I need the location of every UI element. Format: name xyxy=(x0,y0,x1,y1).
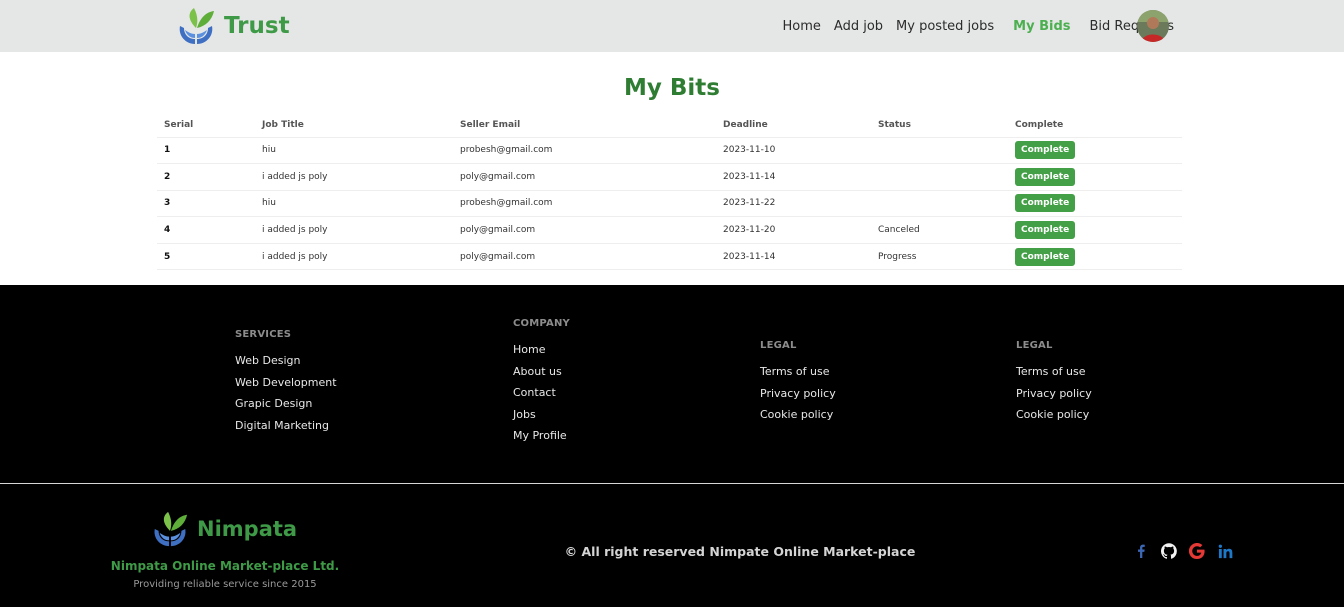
table-header-row: Serial Job Title Seller Email Deadline S… xyxy=(157,114,1182,138)
user-photo-icon xyxy=(1137,10,1169,42)
complete-button[interactable]: Complete xyxy=(1015,141,1076,160)
footer-link-graphic-design[interactable]: Grapic Design xyxy=(235,397,337,410)
cell-seller-email: probesh@gmail.com xyxy=(453,137,716,165)
footer-brand-name: Nimpata xyxy=(197,517,298,541)
footer-tagline: Providing reliable service since 2015 xyxy=(133,579,317,590)
footer-link-terms[interactable]: Terms of use xyxy=(760,365,836,378)
main-nav: Home Add job My posted jobs My Bids Bid … xyxy=(770,0,1174,52)
brand-name: Trust xyxy=(224,13,290,39)
cell-seller-email: probesh@gmail.com xyxy=(453,190,716,218)
footer-brand[interactable]: Nimpata xyxy=(151,510,297,548)
copyright: © All right reserved Nimpate Online Mark… xyxy=(564,544,916,559)
github-icon[interactable] xyxy=(1161,543,1177,559)
table-row: 4 i added js poly poly@gmail.com 2023-11… xyxy=(157,216,1182,244)
footer-link-my-profile[interactable]: My Profile xyxy=(513,429,570,442)
footer-link-web-design[interactable]: Web Design xyxy=(235,354,337,367)
navbar: Trust Home Add job My posted jobs My Bid… xyxy=(0,0,1344,52)
cell-deadline: 2023-11-14 xyxy=(716,243,871,271)
cell-serial: 3 xyxy=(157,190,255,218)
cell-serial: 5 xyxy=(157,243,255,271)
facebook-icon[interactable] xyxy=(1133,543,1149,559)
footer-link-cookie[interactable]: Cookie policy xyxy=(760,408,836,421)
leaf-hands-logo-icon xyxy=(179,8,214,44)
footer-link-digital-marketing[interactable]: Digital Marketing xyxy=(235,419,337,432)
footer-legal-1: LEGAL Terms of use Privacy policy Cookie… xyxy=(760,340,836,430)
footer-link-privacy[interactable]: Privacy policy xyxy=(1016,387,1092,400)
cell-status: Canceled xyxy=(871,216,1008,244)
bids-table: Serial Job Title Seller Email Deadline S… xyxy=(157,114,1182,271)
cell-complete: Complete xyxy=(1008,243,1182,271)
page-title: My Bits xyxy=(624,75,720,101)
nav-home[interactable]: Home xyxy=(783,19,821,34)
table-row: 2 i added js poly poly@gmail.com 2023-11… xyxy=(157,163,1182,191)
cell-complete: Complete xyxy=(1008,190,1182,218)
services-heading: SERVICES xyxy=(235,329,292,340)
brand[interactable]: Trust xyxy=(176,6,290,46)
cell-job-title: i added js poly xyxy=(255,163,453,191)
footer-divider xyxy=(0,483,1344,484)
cell-serial: 4 xyxy=(157,216,255,244)
nav-add-job[interactable]: Add job xyxy=(834,19,883,34)
footer-link-web-development[interactable]: Web Development xyxy=(235,376,337,389)
footer-link-terms[interactable]: Terms of use xyxy=(1016,365,1092,378)
complete-button[interactable]: Complete xyxy=(1015,194,1076,213)
legal-heading: LEGAL xyxy=(1016,340,1053,351)
col-complete-header: Complete xyxy=(1008,114,1182,138)
cell-status xyxy=(871,163,1008,191)
cell-complete: Complete xyxy=(1008,137,1182,165)
cell-complete: Complete xyxy=(1008,216,1182,244)
table-row: 3 hiu probesh@gmail.com 2023-11-22 Compl… xyxy=(157,190,1182,218)
footer-link-contact[interactable]: Contact xyxy=(513,386,570,399)
cell-complete: Complete xyxy=(1008,163,1182,191)
cell-deadline: 2023-11-20 xyxy=(716,216,871,244)
footer-link-about-us[interactable]: About us xyxy=(513,365,570,378)
complete-button[interactable]: Complete xyxy=(1015,221,1076,240)
table-row: 1 hiu probesh@gmail.com 2023-11-10 Compl… xyxy=(157,137,1182,165)
cell-seller-email: poly@gmail.com xyxy=(453,216,716,244)
cell-seller-email: poly@gmail.com xyxy=(453,163,716,191)
col-status-header: Status xyxy=(871,114,1008,138)
nav-my-bids[interactable]: My Bids xyxy=(1013,19,1070,34)
cell-job-title: i added js poly xyxy=(255,216,453,244)
google-icon[interactable] xyxy=(1189,543,1205,559)
company-heading: COMPANY xyxy=(513,318,570,329)
footer-link-cookie[interactable]: Cookie policy xyxy=(1016,408,1092,421)
cell-deadline: 2023-11-14 xyxy=(716,163,871,191)
nav-my-posted-jobs[interactable]: My posted jobs xyxy=(896,19,994,34)
footer: SERVICES Web Design Web Development Grap… xyxy=(0,285,1344,607)
leaf-hands-logo-icon xyxy=(154,511,188,547)
social-links xyxy=(1133,543,1245,559)
footer-company: COMPANY Home About us Contact Jobs My Pr… xyxy=(513,318,570,451)
cell-serial: 2 xyxy=(157,163,255,191)
col-seller-email-header: Seller Email xyxy=(453,114,716,138)
footer-legal-2: LEGAL Terms of use Privacy policy Cookie… xyxy=(1016,340,1092,430)
col-job-title-header: Job Title xyxy=(255,114,453,138)
cell-deadline: 2023-11-10 xyxy=(716,137,871,165)
cell-job-title: i added js poly xyxy=(255,243,453,271)
footer-link-home[interactable]: Home xyxy=(513,343,570,356)
table-row: 5 i added js poly poly@gmail.com 2023-11… xyxy=(157,243,1182,271)
cell-status xyxy=(871,190,1008,218)
col-deadline-header: Deadline xyxy=(716,114,871,138)
footer-link-privacy[interactable]: Privacy policy xyxy=(760,387,836,400)
footer-company-name: Nimpata Online Market-place Ltd. xyxy=(110,559,340,573)
complete-button[interactable]: Complete xyxy=(1015,167,1076,186)
footer-link-jobs[interactable]: Jobs xyxy=(513,408,570,421)
legal-heading: LEGAL xyxy=(760,340,797,351)
cell-serial: 1 xyxy=(157,137,255,165)
cell-status xyxy=(871,137,1008,165)
cell-deadline: 2023-11-22 xyxy=(716,190,871,218)
linkedin-icon[interactable] xyxy=(1217,543,1233,559)
cell-job-title: hiu xyxy=(255,137,453,165)
cell-status: Progress xyxy=(871,243,1008,271)
user-avatar[interactable] xyxy=(1137,10,1169,42)
footer-services: SERVICES Web Design Web Development Grap… xyxy=(235,329,337,440)
col-serial-header: Serial xyxy=(157,114,255,138)
complete-button[interactable]: Complete xyxy=(1015,247,1076,266)
cell-job-title: hiu xyxy=(255,190,453,218)
cell-seller-email: poly@gmail.com xyxy=(453,243,716,271)
